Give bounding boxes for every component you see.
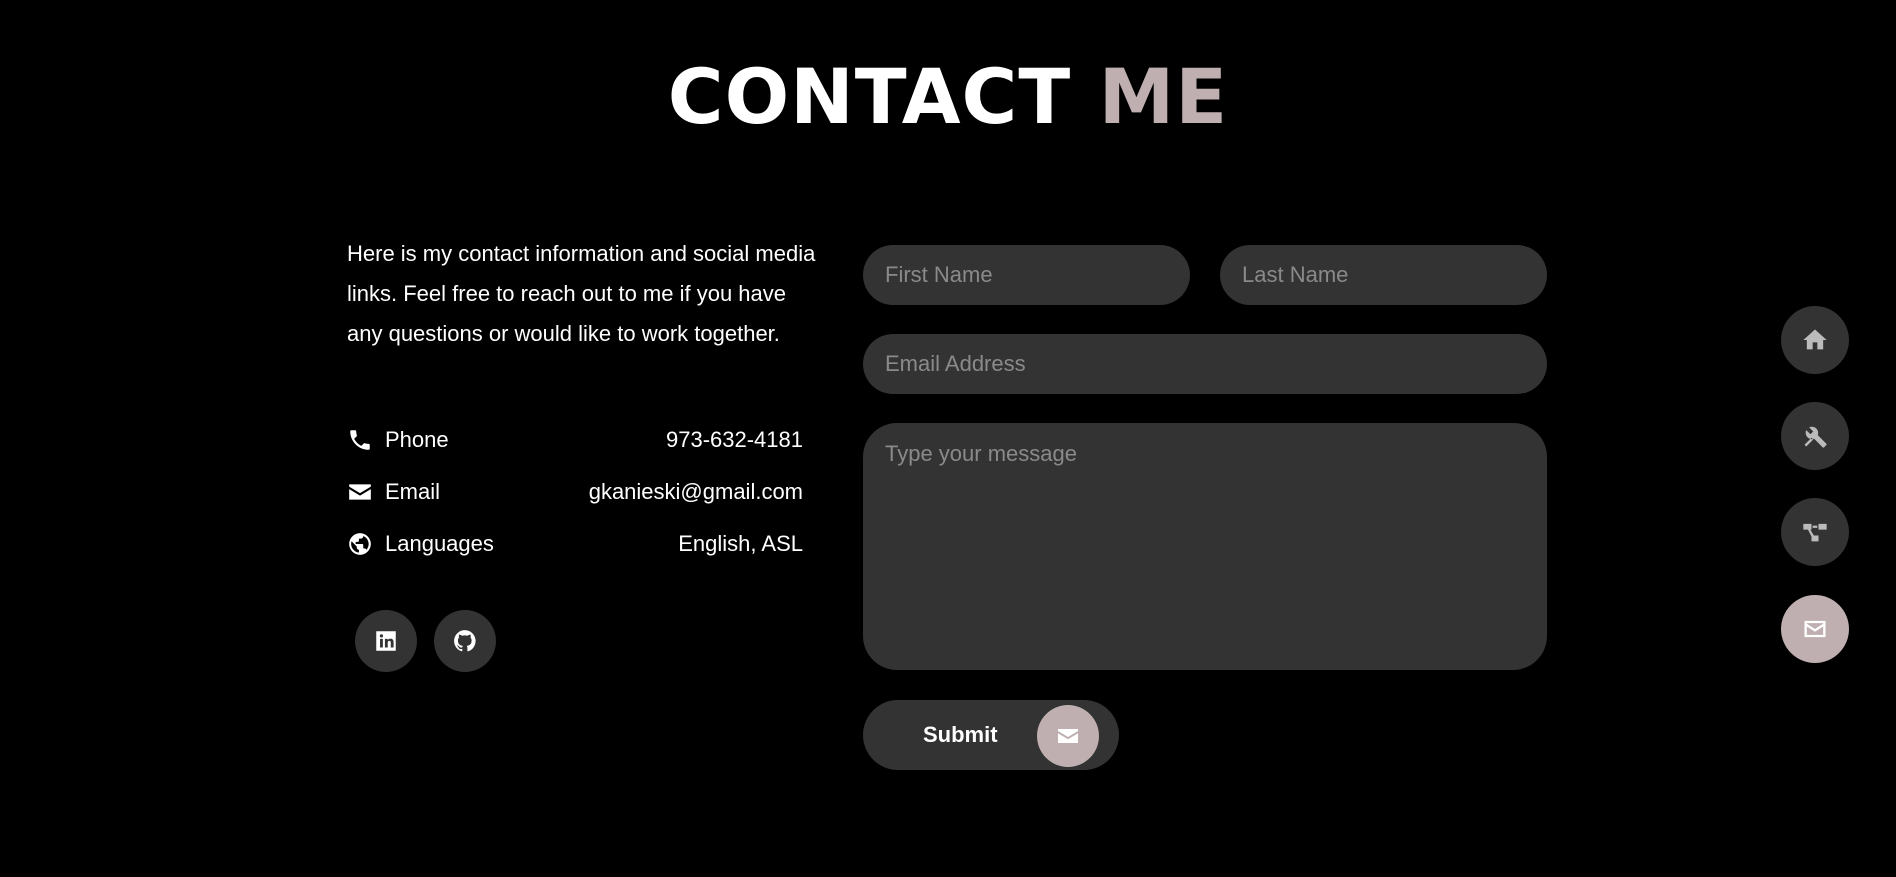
envelope-icon bbox=[347, 479, 373, 505]
first-name-input[interactable] bbox=[863, 245, 1190, 305]
project-diagram-icon bbox=[1801, 518, 1829, 546]
phone-icon bbox=[347, 427, 373, 453]
nav-projects-button[interactable] bbox=[1781, 498, 1849, 566]
contact-value-email: gkanieski@gmail.com bbox=[588, 479, 803, 504]
linkedin-button[interactable] bbox=[355, 610, 417, 672]
contact-value-phone: 973-632-4181 bbox=[665, 427, 803, 452]
envelope-icon bbox=[1037, 705, 1099, 767]
github-button[interactable] bbox=[434, 610, 496, 672]
contact-intro-text: Here is my contact information and socia… bbox=[347, 241, 816, 346]
contact-row-languages: Languages English, ASL bbox=[347, 528, 803, 560]
last-name-input[interactable] bbox=[1220, 245, 1547, 305]
linkedin-icon bbox=[373, 628, 399, 654]
tools-icon bbox=[1801, 422, 1829, 450]
contact-label-phone: Phone bbox=[385, 427, 449, 452]
contact-label-email: Email bbox=[385, 479, 441, 504]
contact-value-languages: English, ASL bbox=[678, 531, 803, 556]
page-title-main: CONTACT bbox=[667, 52, 1072, 141]
message-textarea[interactable] bbox=[863, 423, 1547, 670]
nav-contact-button[interactable] bbox=[1781, 595, 1849, 663]
home-icon bbox=[1801, 326, 1829, 354]
submit-button-label: Submit bbox=[923, 722, 998, 747]
nav-home-button[interactable] bbox=[1781, 306, 1849, 374]
nav-skills-button[interactable] bbox=[1781, 402, 1849, 470]
globe-icon bbox=[347, 531, 373, 557]
contact-row-email: Email gkanieski@gmail.com bbox=[347, 476, 803, 508]
contact-label-languages: Languages bbox=[385, 531, 494, 556]
github-icon bbox=[452, 628, 478, 654]
submit-button[interactable]: Submit bbox=[863, 700, 1119, 770]
email-address-input[interactable] bbox=[863, 334, 1547, 394]
contact-row-phone: Phone 973-632-4181 bbox=[347, 424, 803, 456]
page-title-accent: ME bbox=[1098, 52, 1229, 141]
envelope-outline-icon bbox=[1801, 615, 1829, 643]
page-title: CONTACT ME bbox=[0, 52, 1896, 142]
